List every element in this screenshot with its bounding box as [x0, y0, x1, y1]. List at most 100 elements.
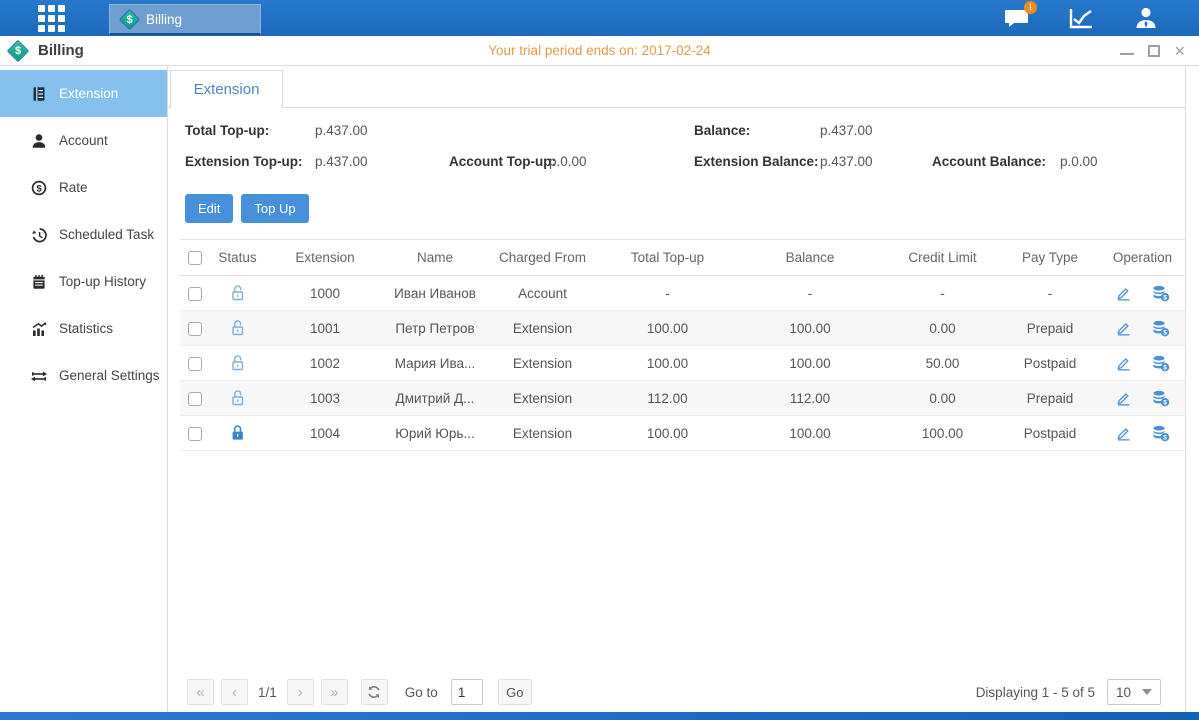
sidebar-item-account[interactable]: Account — [0, 117, 167, 164]
chevron-down-icon — [1142, 689, 1152, 695]
column-header-operation: Operation — [1100, 240, 1185, 276]
page-size-select[interactable]: 10 — [1107, 679, 1161, 705]
cell-pay-type: Prepaid — [1000, 381, 1100, 416]
topup-history-icon — [31, 274, 47, 290]
sidebar-item-label: Scheduled Task — [59, 227, 154, 242]
page-indicator: 1/1 — [258, 685, 277, 700]
sidebar-item-general-settings[interactable]: General Settings — [0, 352, 167, 399]
top-up-button[interactable]: Top Up — [241, 194, 308, 223]
svg-text:$: $ — [1163, 434, 1167, 441]
summary-section: Total Top-up: p.437.00 Balance: p.437.00… — [168, 108, 1185, 190]
main-panel: Extension Total Top-up: p.437.00 Balance… — [168, 66, 1186, 712]
sidebar-item-extension[interactable]: Extension — [0, 70, 167, 117]
next-page-button[interactable]: › — [287, 679, 314, 705]
go-button[interactable]: Go — [498, 679, 532, 705]
user-account-icon[interactable] — [1133, 5, 1159, 31]
svg-text:$: $ — [1163, 399, 1167, 406]
edit-row-icon[interactable] — [1115, 425, 1132, 442]
messages-icon[interactable]: ! — [1004, 6, 1030, 30]
cell-charged-from: Extension — [485, 346, 600, 381]
app-grid-icon[interactable] — [38, 5, 65, 32]
sidebar-item-rate[interactable]: $ Rate — [0, 164, 167, 211]
unlocked-icon — [229, 319, 246, 337]
sidebar-item-label: Top-up History — [59, 274, 146, 289]
table-row: 1003 Дмитрий Д... Extension 112.00 112.0… — [180, 381, 1185, 416]
cell-total-topup: 112.00 — [600, 381, 735, 416]
sidebar-item-statistics[interactable]: Statistics — [0, 305, 167, 352]
row-checkbox[interactable] — [188, 287, 202, 301]
goto-page-input[interactable] — [451, 679, 483, 705]
status-lock-icon — [210, 346, 265, 381]
cell-total-topup: - — [600, 276, 735, 311]
minimize-button[interactable] — [1120, 47, 1134, 55]
column-header-name: Name — [385, 240, 485, 276]
top-up-row-icon[interactable]: $ — [1152, 355, 1170, 372]
prev-page-button[interactable]: ‹ — [221, 679, 248, 705]
table-row: 1000 Иван Иванов Account - - - - — [180, 276, 1185, 311]
refresh-button[interactable] — [361, 679, 388, 705]
close-button[interactable]: × — [1174, 45, 1185, 57]
status-lock-icon — [210, 311, 265, 346]
extension-topup-value: p.437.00 — [315, 154, 368, 169]
svg-text:$: $ — [36, 183, 42, 194]
account-topup-value: p.0.00 — [549, 154, 587, 169]
column-header-credit-limit: Credit Limit — [885, 240, 1000, 276]
row-checkbox[interactable] — [188, 357, 202, 371]
cell-extension: 1004 — [265, 416, 385, 451]
table-row: 1001 Петр Петров Extension 100.00 100.00… — [180, 311, 1185, 346]
svg-text:$: $ — [1163, 294, 1167, 301]
rate-icon: $ — [31, 180, 47, 196]
edit-row-icon[interactable] — [1115, 320, 1132, 337]
column-header-extension: Extension — [265, 240, 385, 276]
top-up-row-icon[interactable]: $ — [1152, 425, 1170, 442]
top-up-row-icon[interactable]: $ — [1152, 390, 1170, 407]
row-checkbox[interactable] — [188, 322, 202, 336]
column-header-pay-type: Pay Type — [1000, 240, 1100, 276]
cell-pay-type: Postpaid — [1000, 346, 1100, 381]
sidebar-item-label: Rate — [59, 180, 88, 195]
cell-charged-from: Extension — [485, 416, 600, 451]
column-header-status: Status — [210, 240, 265, 276]
cell-total-topup: 100.00 — [600, 346, 735, 381]
row-checkbox[interactable] — [188, 392, 202, 406]
account-icon — [31, 133, 47, 149]
column-header-total-topup: Total Top-up — [600, 240, 735, 276]
edit-row-icon[interactable] — [1115, 390, 1132, 407]
status-lock-icon — [210, 416, 265, 451]
maximize-button[interactable] — [1148, 45, 1160, 57]
edit-row-icon[interactable] — [1115, 355, 1132, 372]
extension-topup-label: Extension Top-up: — [185, 154, 303, 169]
app-tab-label: Billing — [146, 12, 182, 27]
tab-extension[interactable]: Extension — [170, 70, 283, 108]
cell-name: Дмитрий Д... — [385, 381, 485, 416]
cell-balance: 100.00 — [735, 311, 885, 346]
billing-diamond-icon: $ — [119, 8, 140, 29]
cell-credit-limit: 50.00 — [885, 346, 1000, 381]
notification-badge: ! — [1024, 1, 1037, 14]
balance-label: Balance: — [694, 123, 750, 138]
cell-extension: 1003 — [265, 381, 385, 416]
unlocked-icon — [229, 354, 246, 372]
top-up-row-icon[interactable]: $ — [1152, 320, 1170, 337]
select-all-checkbox[interactable] — [188, 251, 202, 265]
edit-button[interactable]: Edit — [185, 194, 233, 223]
sidebar-item-scheduled-task[interactable]: Scheduled Task — [0, 211, 167, 258]
row-checkbox[interactable] — [188, 427, 202, 441]
cell-credit-limit: 0.00 — [885, 311, 1000, 346]
account-topup-label: Account Top-up: — [449, 154, 556, 169]
extension-balance-value: p.437.00 — [820, 154, 873, 169]
cell-balance: 112.00 — [735, 381, 885, 416]
svg-text:$: $ — [1163, 329, 1167, 336]
edit-row-icon[interactable] — [1115, 285, 1132, 302]
billing-app-tab[interactable]: $ Billing — [109, 4, 261, 35]
tab-strip: Extension — [168, 66, 1185, 108]
billing-title-icon: $ — [7, 39, 30, 62]
top-up-row-icon[interactable]: $ — [1152, 285, 1170, 302]
cell-balance: 100.00 — [735, 416, 885, 451]
cell-extension: 1001 — [265, 311, 385, 346]
sidebar-item-topup-history[interactable]: Top-up History — [0, 258, 167, 305]
first-page-button[interactable]: « — [187, 679, 214, 705]
last-page-button[interactable]: » — [321, 679, 348, 705]
refresh-icon — [367, 685, 381, 699]
reports-chart-icon[interactable] — [1068, 5, 1095, 31]
